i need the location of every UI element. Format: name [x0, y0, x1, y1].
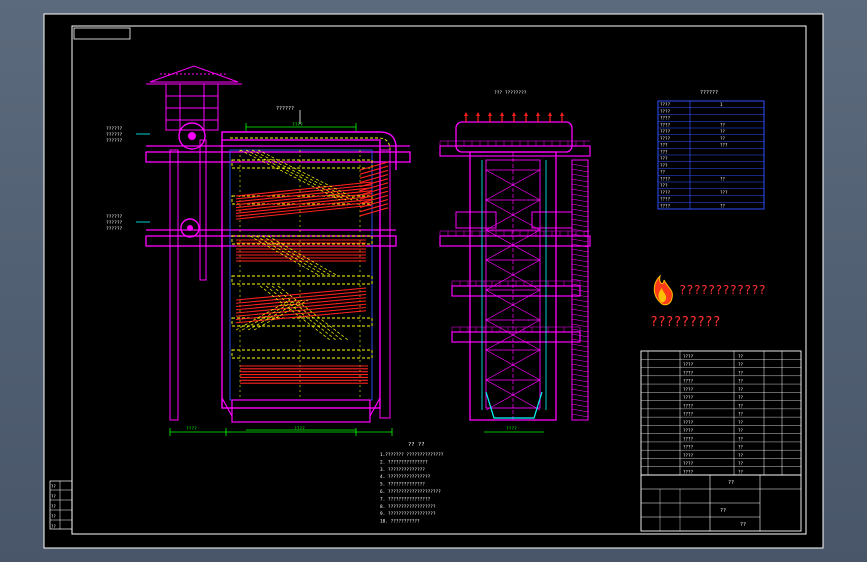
notes-title: ?? ??: [408, 442, 425, 448]
bom-cell-qty: ??: [738, 370, 744, 375]
bom-cell-name: ????: [683, 470, 694, 475]
callout-upper-line: ??????: [106, 132, 123, 138]
tech-row-name: ????: [660, 116, 671, 121]
bom-cell-name: ????: [683, 420, 694, 425]
tech-row-name: ????: [660, 190, 671, 195]
note-line: 9. ??????????????????: [380, 511, 436, 517]
bom-cell-name: ????: [683, 412, 694, 417]
outlet-label: ??????: [276, 106, 294, 112]
tech-table-title: ??????: [700, 90, 718, 96]
bom-cell-qty: ??: [738, 436, 744, 441]
tech-row-name: ????: [660, 197, 671, 202]
bom-cell-qty: ??: [738, 428, 744, 433]
bom-cell-name: ????: [683, 445, 694, 450]
bom-cell-qty: ??: [738, 387, 744, 392]
note-line: 3. ??????????????: [380, 467, 425, 473]
tech-row-value: ???: [720, 190, 728, 195]
bom-cell-name: ????: [683, 354, 694, 359]
tech-row-value: ??: [720, 129, 726, 134]
bom-cell-name: ????: [683, 403, 694, 408]
note-line: 4. ????????????????: [380, 474, 431, 480]
note-line: 5. ??????????????: [380, 482, 425, 488]
title-block-sheet: ??: [740, 522, 746, 528]
callout-upper-line: ??????: [106, 126, 123, 132]
tech-row-name: ???: [660, 149, 668, 154]
logo-title: ????????????: [679, 283, 766, 297]
bom-cell-name: ????: [683, 387, 694, 392]
left-tab-cell: ??: [51, 514, 56, 519]
bom-cell-qty: ??: [738, 445, 744, 450]
note-line: 7. ????????????????: [380, 496, 431, 502]
bom-cell-name: ????: [683, 370, 694, 375]
bom-cell-qty: ??: [738, 470, 744, 475]
title-block-scale: ??: [720, 508, 726, 514]
tech-row-value: ???: [720, 143, 728, 148]
bom-cell-name: ????: [683, 362, 694, 367]
bom-cell-qty: ??: [738, 362, 744, 367]
bom-cell-qty: ??: [738, 379, 744, 384]
tech-row-name: ????: [660, 109, 671, 114]
bom-cell-qty: ??: [738, 412, 744, 417]
tech-row-name: ????: [660, 176, 671, 181]
bom-cell-name: ????: [683, 453, 694, 458]
tech-row-name: ????: [660, 129, 671, 134]
callout-lower-line: ??????: [106, 226, 123, 232]
bom-cell-qty: ??: [738, 403, 744, 408]
tech-row-value: ??: [720, 136, 726, 141]
tech-row-name: ????: [660, 102, 671, 107]
bom-cell-name: ????: [683, 461, 694, 466]
callout-upper-line: ??????: [106, 138, 123, 144]
tech-row-name: ???: [660, 163, 668, 168]
title-block-drawing: ??: [728, 480, 734, 486]
bom-cell-qty: ??: [738, 395, 744, 400]
bottom-dim-text: ????: [294, 426, 305, 432]
tech-row-name: ???: [660, 143, 668, 148]
note-line: 2. ???????????????: [380, 459, 428, 465]
note-line: 10. ???????????: [380, 519, 420, 525]
left-tab-cell: ??: [51, 504, 56, 509]
tech-row-value: ??: [720, 203, 726, 208]
bom-cell-name: ????: [683, 379, 694, 384]
left-tab-cell: ??: [51, 494, 56, 499]
tech-row-name: ???: [660, 156, 668, 161]
callout-lower-line: ??????: [106, 220, 123, 226]
tech-row-value: ??: [720, 176, 726, 181]
tech-row-name: ????: [660, 203, 671, 208]
note-line: 1.??????? ??????????????: [380, 452, 444, 458]
tech-row-name: ????: [660, 136, 671, 141]
bom-cell-qty: ??: [738, 354, 744, 359]
tech-row-name: ???: [660, 183, 668, 188]
tech-row-name: ????: [660, 122, 671, 127]
bottom-left-dim-text: ????: [186, 426, 197, 432]
callout-lower-line: ??????: [106, 214, 123, 220]
cad-drawing-viewport: ?????????? ???? ???? ???? ?????? ???????…: [43, 13, 824, 549]
logo-subtitle: ?????????: [650, 315, 720, 330]
bom-cell-name: ????: [683, 395, 694, 400]
note-line: 8. ??????????????????: [380, 504, 436, 510]
left-tab-cell: ??: [51, 484, 56, 489]
bom-cell-name: ????: [683, 436, 694, 441]
bom-cell-qty: ??: [738, 453, 744, 458]
side-view-title: ??? ????????: [494, 90, 527, 96]
tech-row-value: ??: [720, 122, 726, 127]
tech-row-name: ??: [660, 170, 666, 175]
upper-drum-core: [188, 132, 196, 140]
bom-cell-qty: ??: [738, 420, 744, 425]
bom-cell-qty: ??: [738, 461, 744, 466]
left-tab-cell: ??: [51, 524, 56, 529]
top-dim-text: ????: [292, 122, 303, 128]
note-line: 6. ????????????????????: [380, 489, 441, 495]
side-bottom-dim-text: ????: [506, 426, 517, 432]
bom-cell-name: ????: [683, 428, 694, 433]
